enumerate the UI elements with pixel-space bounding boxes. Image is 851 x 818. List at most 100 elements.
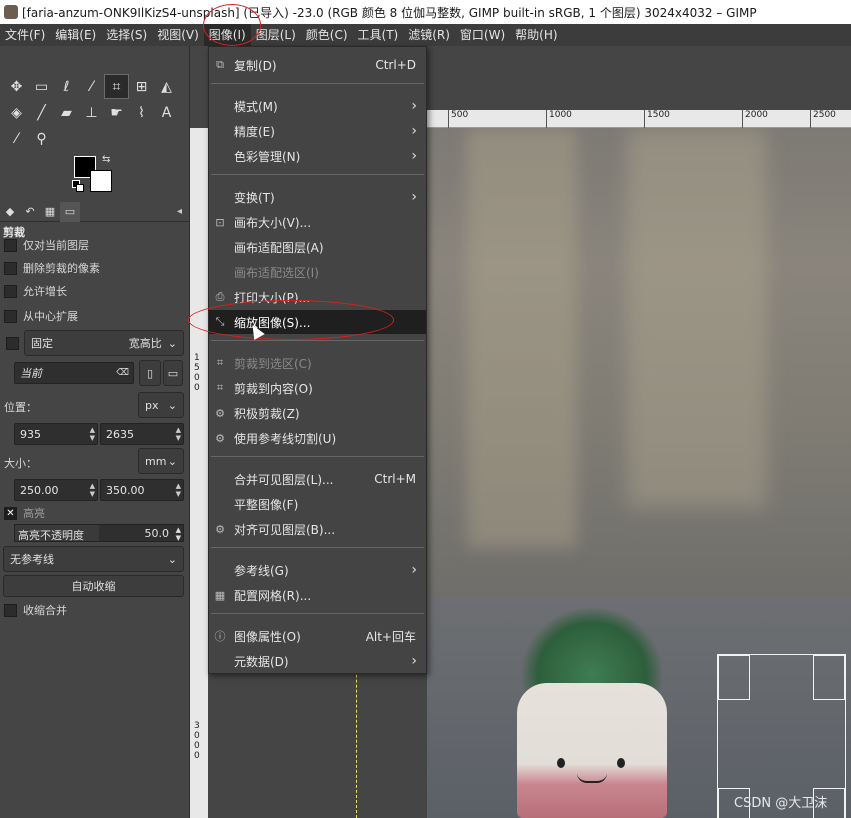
dock-menu-icon[interactable]: ◂ xyxy=(177,206,182,217)
spin-arrows-icon[interactable]: ▲ ▼ xyxy=(90,426,95,442)
images-tab-icon[interactable]: ▦ xyxy=(40,202,60,222)
allow-growing-checkbox[interactable] xyxy=(4,284,17,298)
menu-item-label: 剪裁到选区(C) xyxy=(234,356,312,371)
smudge-tool-icon[interactable]: ☛ xyxy=(104,100,129,125)
current-layer-only-checkbox[interactable] xyxy=(4,238,17,252)
spin-arrows-icon[interactable]: ▲ ▼ xyxy=(176,426,181,442)
menu-item-guillotine[interactable]: ⚙ 使用参考线切割(U) xyxy=(209,426,426,450)
crop-handle-top-left[interactable] xyxy=(718,655,750,700)
highlight-checkbox[interactable]: ✕ xyxy=(4,506,17,520)
menu-item-configure-grid[interactable]: ▦ 配置网格(R)... xyxy=(209,583,426,607)
fixed-mode-select[interactable]: 固定 宽高比 ⌄ xyxy=(24,330,184,356)
color-picker-tool-icon[interactable]: ⁄ xyxy=(4,126,29,151)
text-tool-icon[interactable]: A xyxy=(154,100,179,125)
paintbrush-tool-icon[interactable]: ╱ xyxy=(29,100,54,125)
position-x-spinner[interactable]: 935 ▲ ▼ xyxy=(14,423,98,445)
image-canvas[interactable] xyxy=(427,128,851,818)
clear-input-icon[interactable]: ⌫ xyxy=(116,368,129,378)
delete-cropped-checkbox[interactable] xyxy=(4,261,17,275)
position-unit-select[interactable]: px ⌄ xyxy=(138,392,184,418)
menu-item-label: 图像属性(O) xyxy=(234,629,301,644)
reset-colors-icon[interactable] xyxy=(72,180,84,192)
ruler-label: 5 xyxy=(194,363,200,373)
preset-doc-icon[interactable]: ▯ xyxy=(139,360,161,386)
undo-history-tab-icon[interactable]: ↶ xyxy=(20,202,40,222)
lasso-tool-icon[interactable]: ℓ xyxy=(54,74,79,99)
ruler-label: 0 xyxy=(194,751,200,761)
menu-item-fit-canvas-to-selection[interactable]: 画布适配选区(I) xyxy=(209,260,426,284)
size-height-spinner[interactable]: 350.00 ▲ ▼ xyxy=(100,479,184,501)
menu-edit[interactable]: 编辑(E) xyxy=(50,24,101,46)
menu-tools[interactable]: 工具(T) xyxy=(353,24,404,46)
submenu-arrow-icon: › xyxy=(411,123,417,139)
expand-center-checkbox[interactable] xyxy=(4,309,17,323)
crop-tool-icon[interactable]: ⌗ xyxy=(104,74,129,99)
menu-item-zealous-crop[interactable]: ⚙ 积极剪裁(Z) xyxy=(209,401,426,425)
menu-colors[interactable]: 颜色(C) xyxy=(301,24,353,46)
spin-arrows-icon[interactable]: ▲ ▼ xyxy=(176,482,181,498)
menu-filters[interactable]: 滤镜(R) xyxy=(403,24,455,46)
menu-item-fit-canvas-to-layers[interactable]: 画布适配图层(A) xyxy=(209,235,426,259)
menu-item-metadata[interactable]: 元数据(D) › xyxy=(209,649,426,673)
menu-select[interactable]: 选择(S) xyxy=(101,24,152,46)
eraser-tool-icon[interactable]: ▰ xyxy=(54,100,79,125)
allow-growing-option[interactable]: 允许增长 xyxy=(4,282,67,300)
align-icon: ⚙ xyxy=(215,522,225,536)
paths-tool-icon[interactable]: ⌇ xyxy=(129,100,154,125)
bucket-fill-tool-icon[interactable]: ◈ xyxy=(4,100,29,125)
highlight-opacity-slider[interactable]: 高亮不透明度 50.0 ▲ ▼ xyxy=(14,524,184,542)
position-y-spinner[interactable]: 2635 ▲ ▼ xyxy=(100,423,184,445)
move-tool-icon[interactable]: ✥ xyxy=(4,74,29,99)
crop-handle-top-right[interactable] xyxy=(813,655,845,700)
expand-center-label: 从中心扩展 xyxy=(23,310,78,323)
menu-shortcut: Ctrl+M xyxy=(374,472,416,486)
menu-item-transform[interactable]: 变换(T) › xyxy=(209,185,426,209)
rect-select-tool-icon[interactable]: ▭ xyxy=(29,74,54,99)
warp-tool-icon[interactable]: ◭ xyxy=(154,74,179,99)
menu-help[interactable]: 帮助(H) xyxy=(510,24,562,46)
menu-item-crop-to-content[interactable]: ⌗ 剪裁到内容(O) xyxy=(209,376,426,400)
spin-arrows-icon[interactable]: ▲ ▼ xyxy=(90,482,95,498)
size-width-spinner[interactable]: 250.00 ▲ ▼ xyxy=(14,479,98,501)
highlight-option[interactable]: ✕ 高亮 xyxy=(4,504,45,522)
menu-item-image-properties[interactable]: ⓘ 图像属性(O) Alt+回车 xyxy=(209,624,426,648)
menu-item-duplicate[interactable]: ⧉ 复制(D) Ctrl+D xyxy=(209,53,426,77)
menu-item-precision[interactable]: 精度(E) › xyxy=(209,119,426,143)
zoom-tool-icon[interactable]: ⚲ xyxy=(29,126,54,151)
menu-item-crop-to-selection[interactable]: ⌗ 剪裁到选区(C) xyxy=(209,351,426,375)
delete-cropped-option[interactable]: 删除剪裁的像素 xyxy=(4,259,100,277)
current-layer-only-option[interactable]: 仅对当前图层 xyxy=(4,236,89,254)
menu-item-color-management[interactable]: 色彩管理(N) › xyxy=(209,144,426,168)
menu-windows[interactable]: 窗口(W) xyxy=(455,24,510,46)
background-color[interactable] xyxy=(90,170,112,192)
menu-item-guides[interactable]: 参考线(G) › xyxy=(209,558,426,582)
ruler-label: 1500 xyxy=(644,110,670,128)
menu-item-align-visible-layers[interactable]: ⚙ 对齐可见图层(B)... xyxy=(209,517,426,541)
unified-transform-tool-icon[interactable]: ⊞ xyxy=(129,74,154,99)
pot-eye xyxy=(617,758,625,768)
clone-tool-icon[interactable]: ⊥ xyxy=(79,100,104,125)
auto-shrink-button[interactable]: 自动收缩 xyxy=(3,575,184,597)
menu-item-canvas-size[interactable]: ⊡ 画布大小(V)... xyxy=(209,210,426,234)
menu-item-flatten-image[interactable]: 平整图像(F) xyxy=(209,492,426,516)
menu-item-mode[interactable]: 模式(M) › xyxy=(209,94,426,118)
tool-options-tab-icon[interactable]: ◆ xyxy=(0,202,20,222)
guides-select[interactable]: 无参考线 ⌄ xyxy=(3,546,184,572)
duplicate-icon: ⧉ xyxy=(216,58,224,71)
preset-menu-icon[interactable]: ▭ xyxy=(163,360,183,386)
device-status-tab-icon[interactable]: ▭ xyxy=(60,201,80,222)
fuzzy-select-tool-icon[interactable]: ⁄ xyxy=(79,74,104,99)
size-unit-select[interactable]: mm ⌄ xyxy=(138,448,184,474)
fixed-checkbox[interactable] xyxy=(6,337,19,350)
shrink-merged-option[interactable]: 收缩合并 xyxy=(4,601,67,619)
preset-input[interactable]: 当前 ⌫ xyxy=(14,362,134,384)
size-unit-value: mm xyxy=(145,454,167,468)
swap-colors-icon[interactable]: ⇆ xyxy=(102,154,110,165)
spin-arrows-icon[interactable]: ▲ ▼ xyxy=(176,526,181,542)
title-bar: [faria-anzum-ONK9IlKizS4-unsplash] (已导入)… xyxy=(0,0,851,24)
menu-view[interactable]: 视图(V) xyxy=(152,24,204,46)
menu-item-merge-visible-layers[interactable]: 合并可见图层(L)... Ctrl+M xyxy=(209,467,426,491)
shrink-merged-checkbox[interactable] xyxy=(4,603,17,617)
expand-center-option[interactable]: 从中心扩展 xyxy=(4,307,78,325)
menu-file[interactable]: 文件(F) xyxy=(0,24,50,46)
